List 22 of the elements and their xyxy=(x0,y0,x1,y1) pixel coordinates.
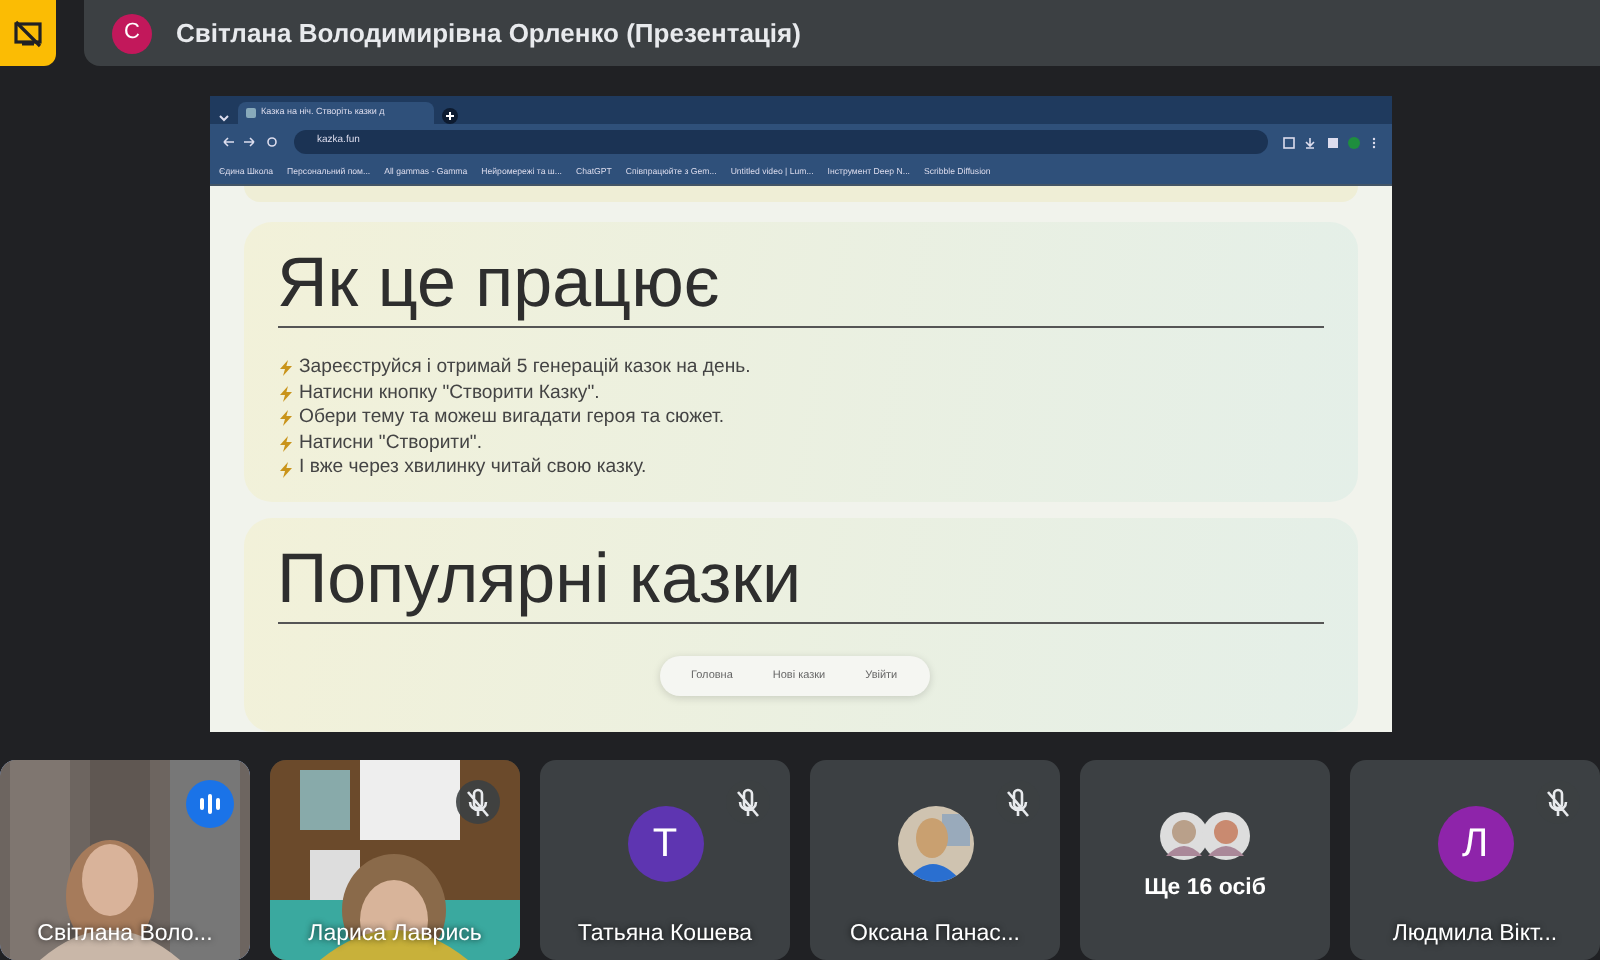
screen-off-icon xyxy=(12,17,44,49)
present-stop-button[interactable] xyxy=(0,0,56,66)
step-text: Натисни кнопку "Створити Казку". xyxy=(299,381,600,407)
navigation-icons[interactable] xyxy=(221,136,281,148)
participant-name: Людмила Вікт... xyxy=(1390,919,1560,950)
section-heading: Популярні казки xyxy=(277,537,804,622)
step-text: І вже через хвилинку читай свою казку. xyxy=(299,456,647,482)
step-text: Натисни "Створити". xyxy=(299,431,482,457)
more-participants-label[interactable]: Ще 16 осіб xyxy=(1144,872,1266,908)
presenter-name: Світлана Володимирівна Орленко (Презентація) xyxy=(176,15,801,52)
presenter-avatar: С xyxy=(112,13,152,53)
section-heading: Як це працює xyxy=(277,242,722,326)
participant-name: Татьяна Кошева xyxy=(575,919,755,950)
avatar: Л xyxy=(1437,806,1513,882)
new-tab-icon[interactable] xyxy=(441,108,457,124)
step-text: Обери тему та можеш вигадати героя та сюжет. xyxy=(299,406,725,432)
avatar: Т xyxy=(627,806,703,882)
step-text: Зареєструйся і отримай 5 генерацій казок на день. xyxy=(299,356,751,382)
toolbar-icons[interactable] xyxy=(1279,135,1379,149)
participant-name: Оксана Панас... xyxy=(848,919,1022,950)
chevron-icon[interactable] xyxy=(217,112,229,124)
participant-name: Світлана Воло... xyxy=(35,919,215,950)
